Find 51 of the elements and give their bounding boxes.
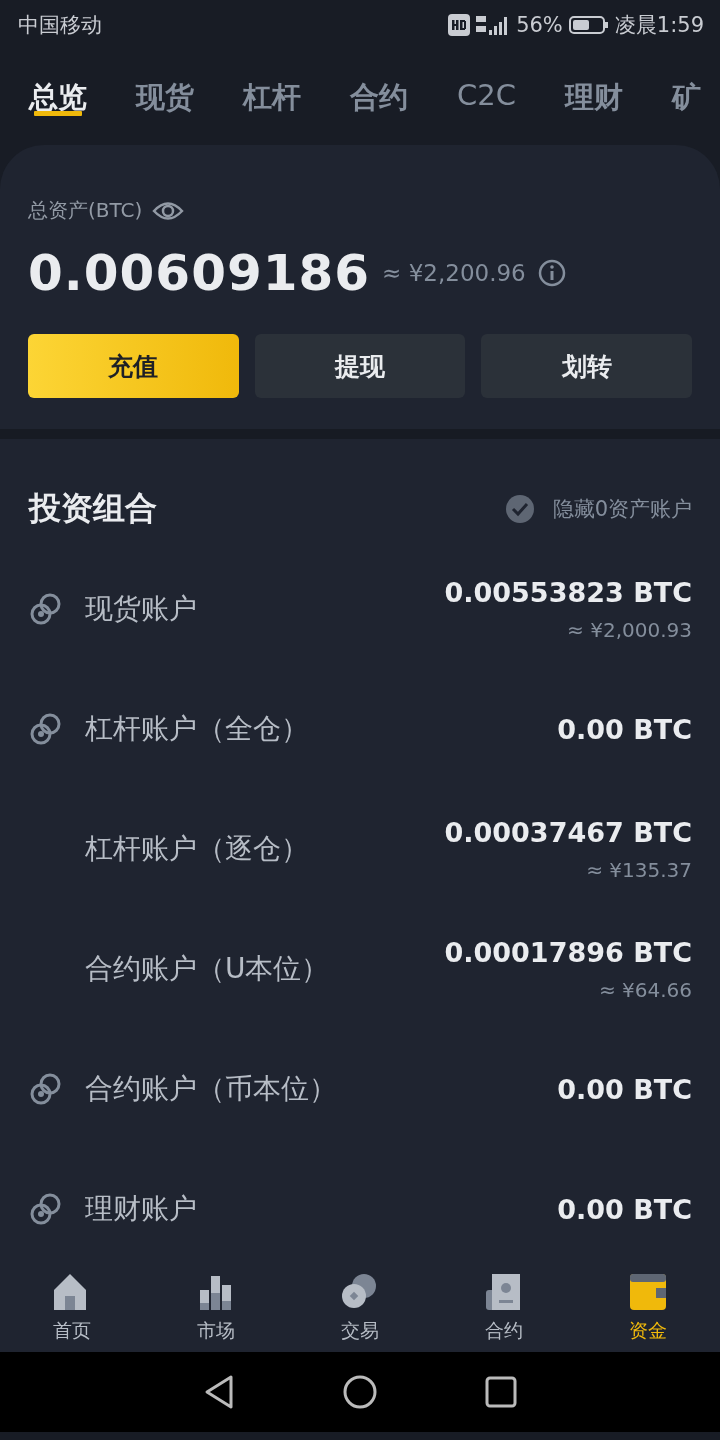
info-icon bbox=[537, 259, 566, 287]
account-balance: 0.00553823 BTC bbox=[444, 576, 692, 608]
home-icon[interactable] bbox=[342, 1374, 378, 1410]
tab[interactable]: 总览 bbox=[29, 50, 87, 117]
account-name[interactable]: 杠杆账户（逐仓） bbox=[85, 830, 445, 868]
nav-tab[interactable]: 资金 bbox=[576, 1272, 720, 1344]
tab[interactable]: 理财 bbox=[564, 50, 623, 117]
total-balance: 0.00609186 bbox=[28, 244, 371, 302]
recents-icon[interactable] bbox=[485, 1376, 517, 1408]
clock-time: 凌晨1:59 bbox=[614, 12, 704, 39]
account-balance: 0.00 BTC bbox=[557, 1073, 692, 1105]
fiat-value: ≈ ¥2,200.96 bbox=[382, 260, 526, 286]
hd-icon bbox=[448, 14, 471, 36]
coins-icon bbox=[29, 1192, 63, 1226]
eye-icon[interactable] bbox=[152, 199, 185, 222]
deposit-button[interactable]: 充值 bbox=[28, 334, 239, 398]
back-icon[interactable] bbox=[203, 1374, 235, 1410]
account-name[interactable]: 合约账户（U本位） bbox=[85, 950, 445, 988]
account-balance: 0.00017896 BTC bbox=[444, 936, 692, 968]
fiat-value: ≈ ¥2,000.93 bbox=[567, 617, 692, 642]
coins-icon bbox=[29, 712, 63, 746]
checkbox[interactable] bbox=[504, 494, 535, 524]
tab[interactable]: C2C bbox=[457, 50, 516, 117]
section-title: 投资组合 bbox=[29, 488, 158, 529]
action-button[interactable]: 划转 bbox=[481, 334, 692, 398]
tab[interactable]: 矿 bbox=[671, 50, 701, 117]
account-balance: 0.00 BTC bbox=[557, 713, 692, 745]
hide-zero-label: 隐藏0资产账户 bbox=[552, 496, 692, 523]
nav-tab[interactable]: 合约 bbox=[432, 1272, 576, 1344]
account-name[interactable]: 理财账户 bbox=[85, 1190, 558, 1228]
total-assets-label: 总资产(BTC) bbox=[28, 197, 143, 224]
tab[interactable]: 杠杆 bbox=[243, 50, 301, 117]
tab[interactable]: 合约 bbox=[350, 50, 408, 117]
coins-icon bbox=[29, 1072, 63, 1106]
action-button[interactable]: 提现 bbox=[254, 334, 466, 398]
account-name[interactable]: 合约账户（币本位） bbox=[85, 1070, 558, 1108]
account-balance: 0.00037467 BTC bbox=[444, 816, 692, 848]
nav-tab[interactable]: 市场 bbox=[144, 1272, 288, 1344]
tab[interactable]: 现货 bbox=[136, 50, 194, 117]
coins-icon bbox=[29, 592, 63, 626]
fiat-value: ≈ ¥64.66 bbox=[598, 977, 692, 1002]
account-balance: 0.00 BTC bbox=[557, 1193, 692, 1225]
account-name[interactable]: 杠杆账户（全仓） bbox=[85, 710, 558, 748]
account-name[interactable]: 现货账户 bbox=[85, 590, 445, 628]
wallet-icon bbox=[628, 1272, 668, 1312]
carrier-name: 中国移动 bbox=[18, 12, 102, 39]
nav-tab[interactable]: 首页 bbox=[0, 1272, 144, 1344]
battery-icon bbox=[568, 15, 609, 35]
fiat-value: ≈ ¥135.37 bbox=[586, 857, 692, 882]
nav-tab[interactable]: 交易 bbox=[288, 1272, 432, 1344]
battery-percent: 56% bbox=[516, 13, 563, 37]
